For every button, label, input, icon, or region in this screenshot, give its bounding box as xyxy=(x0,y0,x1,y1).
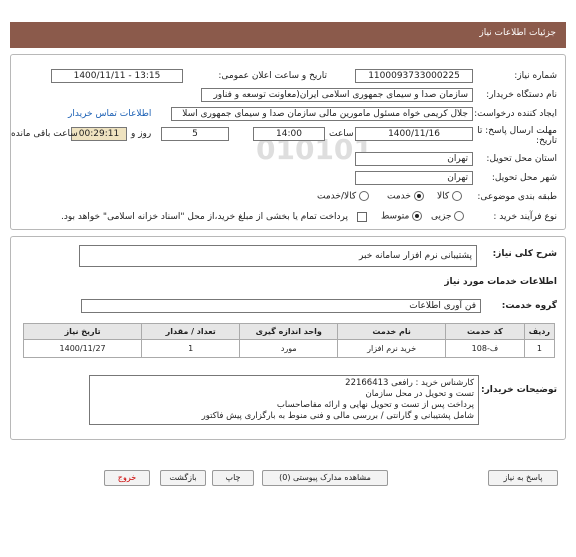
notes-line-1: کارشناس خرید : رافعی 22166413 xyxy=(345,378,474,388)
print-button[interactable]: چاپ xyxy=(212,470,254,486)
attachments-button[interactable]: مشاهده مدارک پیوستی (0) xyxy=(262,470,388,486)
category-goods-radio[interactable] xyxy=(452,191,463,201)
process-minor-radio[interactable] xyxy=(454,211,465,221)
general-desc-field: پشتیبانی نرم افزار سامانه خبر xyxy=(79,245,477,267)
category-option-goods[interactable]: کالا xyxy=(437,191,463,202)
cell-row-number: 1 xyxy=(523,339,556,358)
category-label: طبقه بندی موضوعی: xyxy=(477,192,557,202)
province-field: تهران xyxy=(355,152,473,166)
time-label: ساعت xyxy=(329,129,354,139)
deadline-label: مهلت ارسال پاسخ: تا تاریخ: xyxy=(477,126,557,146)
cell-service-code: ف-108 xyxy=(445,339,525,358)
col-service-name: نام خدمت xyxy=(337,323,447,340)
cell-unit: مورد xyxy=(239,339,339,358)
services-table: ردیف کد خدمت نام خدمت واحد اندازه گیری ت… xyxy=(22,323,556,358)
deadline-date-field: 1400/11/16 xyxy=(355,127,473,141)
city-field: تهران xyxy=(355,171,473,185)
announce-field: 1400/11/11 - 13:15 xyxy=(51,69,183,83)
cell-need-date: 1400/11/27 xyxy=(22,339,143,358)
category-option-goods-service[interactable]: کالا/خدمت xyxy=(317,191,370,202)
city-label: شهر محل تحویل: xyxy=(491,173,557,183)
process-medium-radio[interactable] xyxy=(412,211,423,221)
need-info-panel: 010101 شماره نیاز: 1100093733000225 تاری… xyxy=(10,54,566,230)
province-label: استان محل تحویل: xyxy=(486,154,557,164)
need-number-label: شماره نیاز: xyxy=(514,71,557,81)
deadline-time-field: 14:00 xyxy=(253,127,325,141)
category-service-radio[interactable] xyxy=(413,191,424,201)
payment-checkbox[interactable] xyxy=(357,212,367,222)
col-unit: واحد اندازه گیری xyxy=(239,323,339,340)
days-label: روز و xyxy=(131,129,152,139)
col-quantity: تعداد / مقدار xyxy=(141,323,241,340)
process-option-medium[interactable]: متوسط xyxy=(381,211,423,222)
buyer-label: نام دستگاه خریدار: xyxy=(486,90,557,100)
category-goods-service-radio[interactable] xyxy=(359,191,370,201)
payment-note: پرداخت تمام یا بخشی از مبلغ خرید،از محل … xyxy=(61,212,349,222)
general-desc-label: شرح کلی نیاز: xyxy=(492,249,557,259)
page-title-bar: جزئیات اطلاعات نیاز xyxy=(10,22,566,48)
col-service-code: کد خدمت xyxy=(445,323,525,340)
back-button[interactable]: بازگشت xyxy=(160,470,206,486)
creator-field: جلال کریمی خواه مسئول مامورین مالی سازما… xyxy=(171,107,473,121)
need-number-field: 1100093733000225 xyxy=(355,69,473,83)
days-field: 5 xyxy=(161,127,229,141)
group-label: گروه خدمت: xyxy=(501,301,557,311)
cell-service-name: خرید نرم افزار xyxy=(337,339,447,358)
remaining-label: ساعت باقی مانده xyxy=(11,129,78,139)
notes-line-2: تست و تحویل در محل سازمان xyxy=(365,389,474,399)
buyer-contact-link[interactable]: اطلاعات تماس خریدار xyxy=(68,109,151,119)
buyer-field: سازمان صدا و سیمای جمهوری اسلامی ایران(م… xyxy=(201,88,473,102)
services-heading: اطلاعات خدمات مورد نیاز xyxy=(444,277,557,287)
process-label: نوع فرآیند خرید : xyxy=(493,212,557,222)
col-row-number: ردیف xyxy=(523,323,556,340)
announce-label: تاریخ و ساعت اعلان عمومی: xyxy=(218,71,327,81)
buyer-notes-box: کارشناس خرید : رافعی 22166413 تست و تحوی… xyxy=(89,375,479,425)
notes-line-3: پرداخت پس از تست و تحویل نهایی و ارائه م… xyxy=(276,400,474,410)
process-option-minor[interactable]: جزیی xyxy=(431,211,465,222)
category-option-service[interactable]: خدمت xyxy=(387,191,424,202)
cell-quantity: 1 xyxy=(141,339,241,358)
notes-line-4: شامل پشتیبانی و گارانتی / بررسی مالی و ف… xyxy=(201,411,474,421)
table-row: 1 ف-108 خرید نرم افزار مورد 1 1400/11/27 xyxy=(22,339,556,358)
services-table-header: ردیف کد خدمت نام خدمت واحد اندازه گیری ت… xyxy=(22,323,556,340)
creator-label: ایجاد کننده درخواست: xyxy=(474,109,557,119)
exit-button[interactable]: خروج xyxy=(104,470,150,486)
need-details-panel: شرح کلی نیاز: پشتیبانی نرم افزار سامانه … xyxy=(10,236,566,440)
buyer-notes-label: توضیحات خریدار: xyxy=(481,385,557,395)
reply-button[interactable]: پاسخ به نیاز xyxy=(488,470,558,486)
col-need-date: تاریخ نیاز xyxy=(22,323,143,340)
remaining-time-field: 00:29:11 xyxy=(71,127,127,141)
page-title: جزئیات اطلاعات نیاز xyxy=(479,28,556,38)
group-field: فن آوری اطلاعات xyxy=(81,299,481,313)
